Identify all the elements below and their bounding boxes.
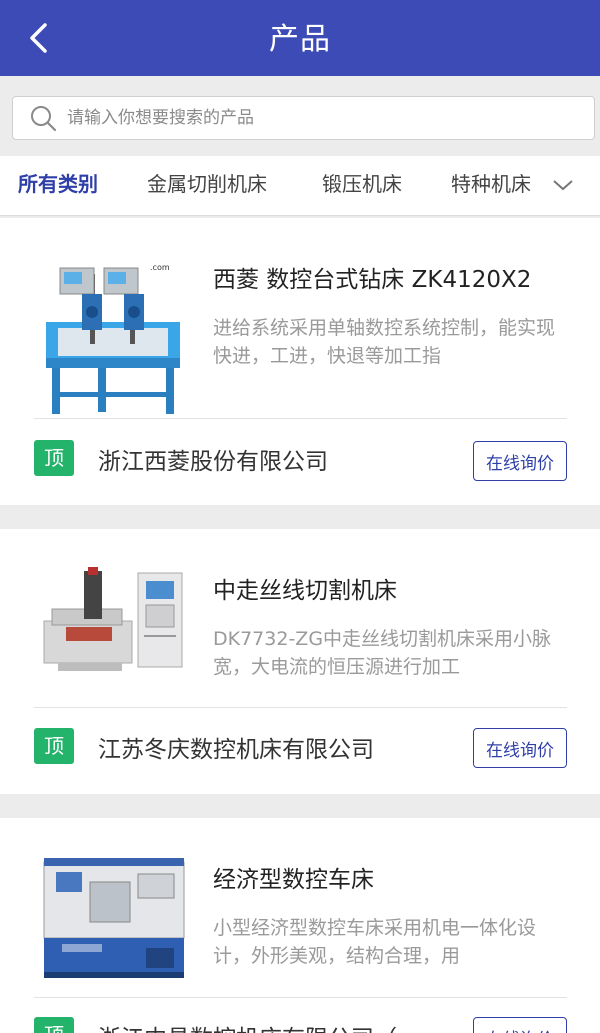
- product-image-drilling-machine: .com: [46, 263, 180, 414]
- app-header: 产品: [0, 0, 600, 76]
- tab-metal-cutting[interactable]: 金属切削机床: [147, 156, 267, 215]
- product-card[interactable]: .com 西菱 数控台式钻床 ZK4120X2 进给系统采用单轴数控系统控制，能…: [0, 218, 600, 505]
- top-badge: 顶: [34, 728, 74, 764]
- top-badge: 顶: [34, 440, 74, 476]
- top-badge: 顶: [34, 1017, 74, 1033]
- card-divider: [34, 418, 567, 419]
- search-box[interactable]: [12, 96, 595, 140]
- inquire-button[interactable]: 在线询价: [473, 441, 567, 481]
- product-description: 进给系统采用单轴数控系统控制，能实现快进，工进，快退等加工指: [213, 317, 556, 367]
- product-image-wire-cutting-machine: [38, 565, 188, 683]
- card-divider: [34, 707, 567, 708]
- product-description: DK7732-ZG中走丝线切割机床采用小脉宽，大电流的恒压源进行加工: [213, 628, 552, 678]
- category-tabs: 所有类别 金属切削机床 锻压机床 特种机床: [0, 156, 600, 216]
- inquire-button[interactable]: 在线询价: [473, 728, 567, 768]
- tab-forging[interactable]: 锻压机床: [322, 156, 402, 215]
- card-divider: [34, 997, 567, 998]
- tab-all-categories[interactable]: 所有类别: [18, 156, 98, 215]
- company-name[interactable]: 浙江中昌数控机床有限公司（: [98, 1019, 397, 1033]
- search-icon: [31, 106, 57, 132]
- product-card[interactable]: 中走丝线切割机床 DK7732-ZG中走丝线切割机床采用小脉宽，大电流的恒压源进…: [0, 529, 600, 794]
- search-input[interactable]: [67, 108, 547, 128]
- product-description: 小型经济型数控车床采用机电一体化设计，外形美观，结构合理，用: [213, 917, 537, 967]
- product-card[interactable]: 经济型数控车床 小型经济型数控车床采用机电一体化设计，外形美观，结构合理，用 顶…: [0, 818, 600, 1033]
- product-name[interactable]: 经济型数控车床: [213, 860, 374, 894]
- page-title: 产品: [269, 22, 331, 57]
- product-name[interactable]: 西菱 数控台式钻床 ZK4120X2: [213, 260, 531, 294]
- inquire-button[interactable]: 在线询价: [473, 1017, 567, 1033]
- company-name[interactable]: 江苏冬庆数控机床有限公司: [98, 730, 374, 764]
- svg-text:.com: .com: [150, 263, 170, 272]
- chevron-down-icon[interactable]: [552, 178, 574, 192]
- product-image-cnc-lathe: [38, 852, 188, 984]
- company-name[interactable]: 浙江西菱股份有限公司: [98, 442, 328, 476]
- search-bar-area: [0, 76, 600, 156]
- product-name[interactable]: 中走丝线切割机床: [213, 571, 397, 605]
- tab-special-machines[interactable]: 特种机床: [451, 156, 531, 215]
